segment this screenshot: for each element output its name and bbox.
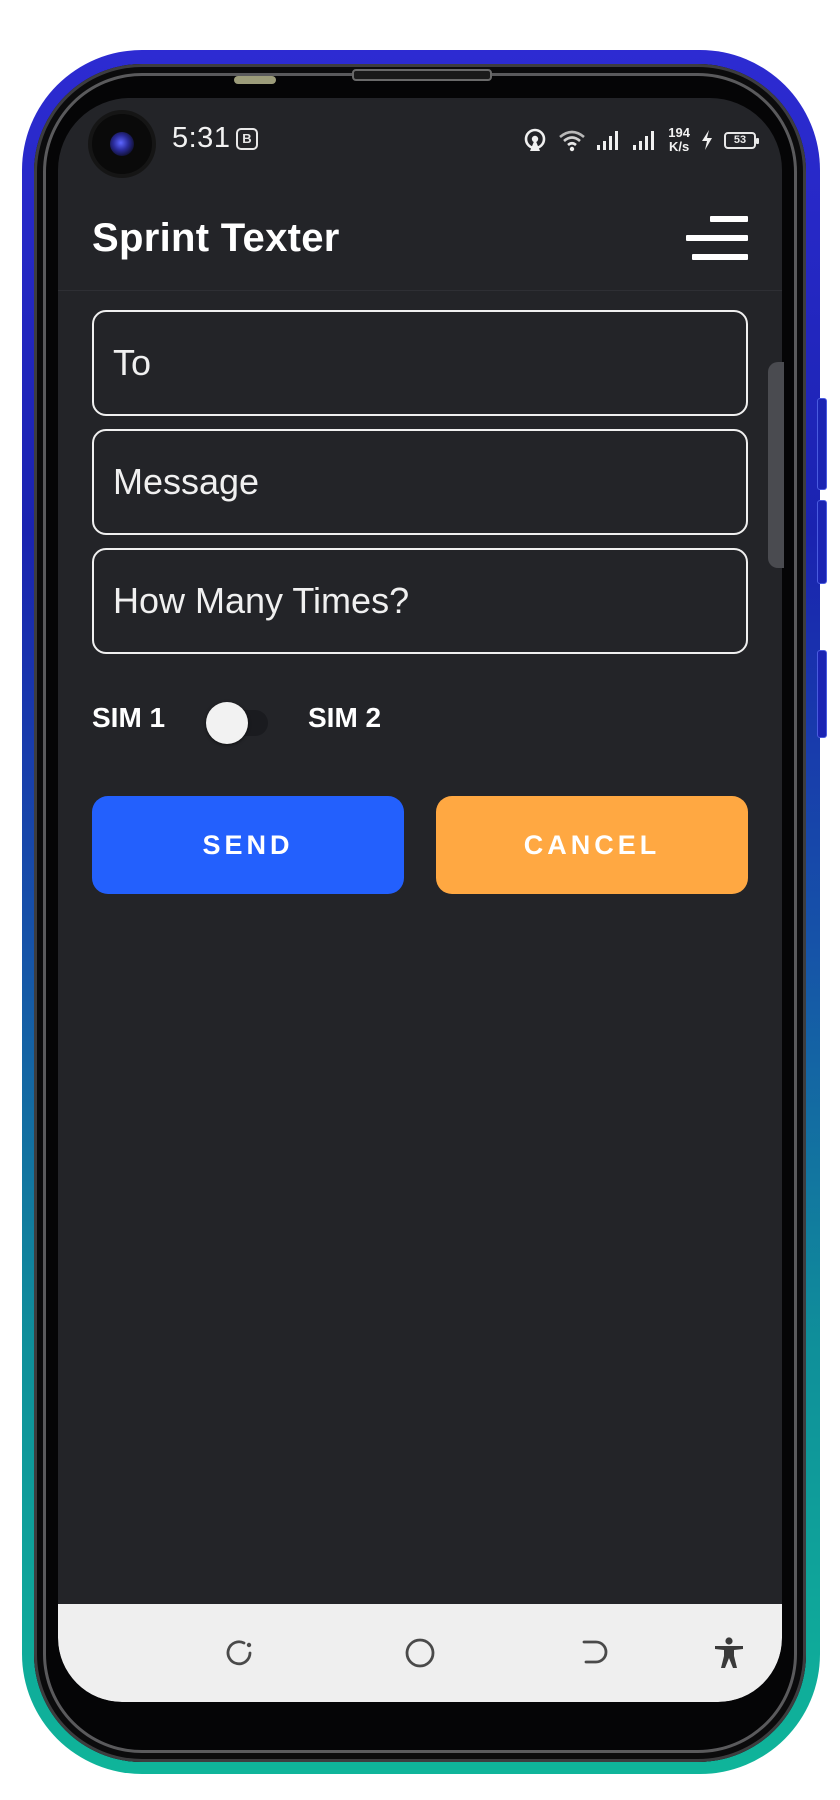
proximity-sensor xyxy=(234,76,276,84)
repeat-count-input[interactable] xyxy=(92,548,748,654)
system-nav-bar xyxy=(58,1604,782,1702)
app-bar: Sprint Texter xyxy=(58,186,782,291)
power-button xyxy=(817,650,827,738)
notification-app-icon: B xyxy=(236,128,258,150)
home-icon[interactable] xyxy=(403,1636,437,1670)
earpiece-speaker xyxy=(352,69,492,81)
send-button[interactable]: SEND xyxy=(92,796,404,894)
hotspot-icon xyxy=(524,128,546,151)
sim-toggle-thumb[interactable] xyxy=(206,702,248,744)
signal-sim1-icon xyxy=(597,131,619,150)
volume-up-button xyxy=(817,398,827,490)
front-camera xyxy=(92,114,152,174)
to-input[interactable] xyxy=(92,310,748,416)
cancel-button[interactable]: CANCEL xyxy=(436,796,748,894)
back-icon[interactable] xyxy=(578,1636,612,1670)
screen: 5:31 B 194 K/s 53 Sprint Texter To Messa… xyxy=(58,98,782,1702)
wifi-icon xyxy=(559,130,586,152)
menu-icon-bar-middle xyxy=(686,235,748,241)
sim-selector: SIM 1 SIM 2 xyxy=(58,688,782,748)
network-speed-unit: K/s xyxy=(669,139,690,154)
status-icons: 194 K/s 53 xyxy=(522,120,759,160)
battery-icon: 53 xyxy=(724,131,759,149)
sim2-label: SIM 2 xyxy=(308,702,382,733)
app-title: Sprint Texter xyxy=(92,216,340,260)
message-input[interactable] xyxy=(92,429,748,535)
volume-down-button xyxy=(817,500,827,584)
status-bar: 5:31 B 194 K/s 53 xyxy=(58,98,782,186)
device-screenshot: 5:31 B 194 K/s 53 Sprint Texter To Messa… xyxy=(0,0,840,1800)
menu-icon-bar-bottom xyxy=(692,254,748,260)
network-speed-value: 194 xyxy=(668,125,690,140)
network-speed: 194 K/s xyxy=(668,126,690,154)
signal-sim2-icon xyxy=(633,131,655,150)
charging-icon xyxy=(702,130,712,150)
menu-button[interactable] xyxy=(686,216,748,260)
side-edge-handle[interactable] xyxy=(768,362,784,568)
status-time: 5:31 xyxy=(172,122,231,154)
recents-icon[interactable] xyxy=(222,1636,256,1670)
camera-lens xyxy=(110,132,134,156)
menu-icon-bar-top xyxy=(710,216,748,222)
sim1-label: SIM 1 xyxy=(92,702,166,733)
accessibility-icon[interactable] xyxy=(712,1636,746,1670)
